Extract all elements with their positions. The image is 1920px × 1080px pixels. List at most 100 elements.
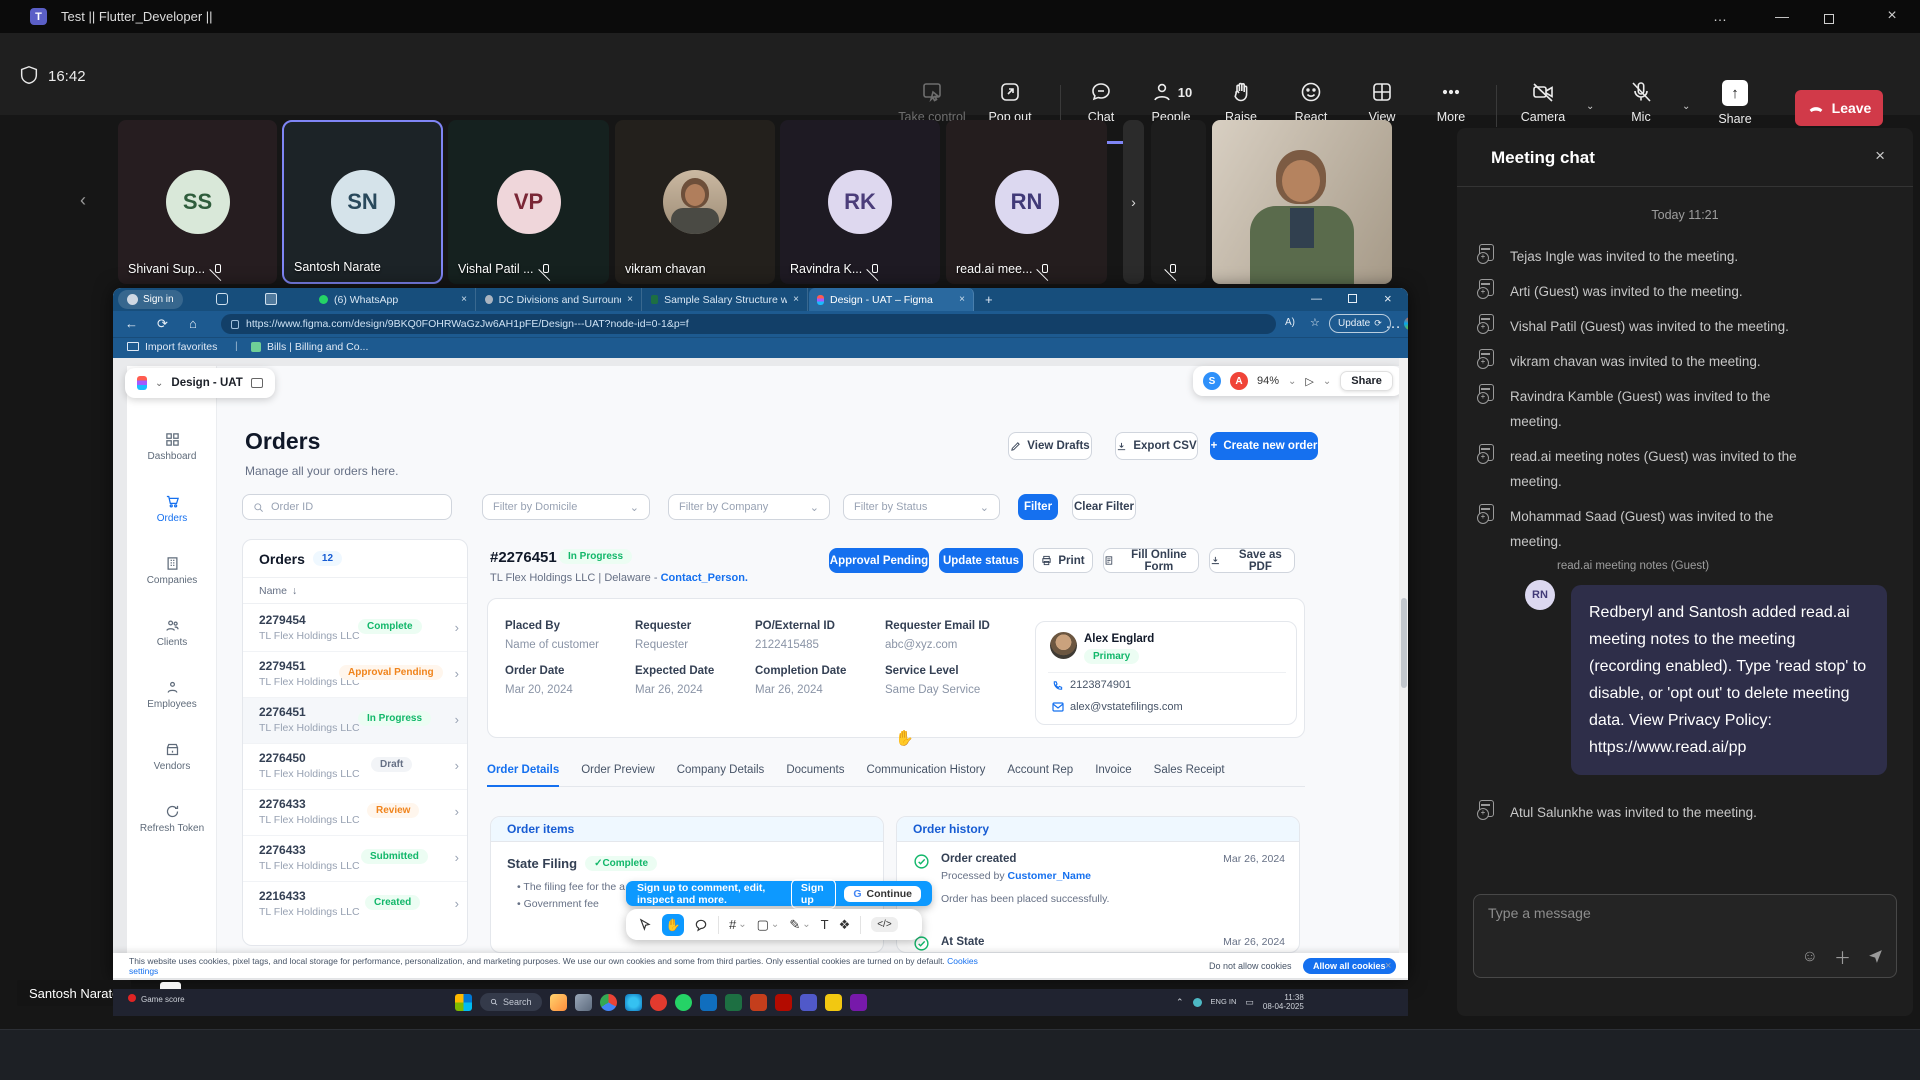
- sidebar-item-vendors[interactable]: Vendors: [127, 742, 217, 772]
- favorite-star-icon[interactable]: ☆: [1310, 316, 1320, 329]
- bills-favorite-link[interactable]: Bills | Billing and Co...: [267, 341, 368, 353]
- start-icon[interactable]: [455, 994, 472, 1011]
- browser-vertical-tabs-icon[interactable]: [265, 293, 277, 305]
- window-maximize-button[interactable]: [1824, 11, 1834, 29]
- scrollbar-thumb[interactable]: [1401, 598, 1407, 688]
- contact-person-link[interactable]: Contact_Person.: [661, 572, 748, 584]
- figma-menu-chevron-icon[interactable]: ⌄: [155, 378, 163, 389]
- tiles-scroll-left-icon[interactable]: ‹: [80, 190, 86, 211]
- contact-email[interactable]: alex@vstatefilings.com: [1070, 701, 1183, 713]
- people-button[interactable]: 10 People: [1136, 80, 1206, 124]
- collaborator-avatar[interactable]: S: [1203, 372, 1221, 390]
- spotlight-video-tile[interactable]: [1212, 120, 1392, 284]
- camera-options-chevron-icon[interactable]: ⌄: [1586, 101, 1594, 112]
- home-icon[interactable]: ⌂: [189, 316, 197, 331]
- participant-tile-partial[interactable]: [1151, 120, 1206, 284]
- create-new-order-button[interactable]: + Create new order: [1210, 432, 1318, 460]
- tab-company-details[interactable]: Company Details: [677, 764, 765, 777]
- mic-button[interactable]: Mic: [1606, 80, 1676, 124]
- move-tool-icon[interactable]: [638, 918, 652, 932]
- address-bar[interactable]: https://www.figma.com/design/9BKQ0FOHRWa…: [221, 314, 1276, 334]
- import-favorites-link[interactable]: Import favorites: [145, 341, 217, 353]
- refresh-icon[interactable]: ⟳: [157, 316, 168, 332]
- browser-tab[interactable]: (6) WhatsApp×: [311, 288, 476, 311]
- tab-close-icon[interactable]: ×: [627, 294, 633, 305]
- sidebar-item-employees[interactable]: Employees: [127, 680, 217, 710]
- order-id-search-input[interactable]: Order ID: [242, 494, 452, 520]
- component-tool-icon[interactable]: ❖: [839, 917, 851, 933]
- sidebar-item-dashboard[interactable]: Dashboard: [127, 432, 217, 462]
- tab-account-rep[interactable]: Account Rep: [1007, 764, 1073, 777]
- browser-menu-icon[interactable]: …: [1385, 315, 1401, 333]
- participant-tile[interactable]: vikram chavan: [615, 120, 775, 284]
- sidebar-item-orders[interactable]: Orders: [127, 494, 217, 524]
- browser-tab[interactable]: DC Divisions and Surroundings×: [477, 288, 642, 311]
- participant-tile[interactable]: SS Shivani Sup...: [118, 120, 277, 284]
- order-row[interactable]: 2276433TL Flex Holdings LLC Submitted›: [243, 836, 468, 882]
- participant-tile[interactable]: VP Vishal Patil ...: [448, 120, 609, 284]
- contact-phone[interactable]: 2123874901: [1070, 679, 1131, 691]
- browser-update-button[interactable]: Update ⟳: [1329, 314, 1391, 333]
- browser-scrollbar[interactable]: [1399, 358, 1408, 953]
- browser-tab-active[interactable]: Design - UAT – Figma×: [809, 288, 974, 311]
- filter-button[interactable]: Filter: [1018, 494, 1058, 520]
- emoji-icon[interactable]: ☺: [1802, 948, 1818, 966]
- share-button[interactable]: ↑ Share: [1700, 80, 1770, 126]
- tray-caret-icon[interactable]: ⌃: [1176, 997, 1184, 1008]
- new-tab-button[interactable]: +: [985, 292, 993, 307]
- participant-tile-active-speaker[interactable]: SN Santosh Narate: [282, 120, 443, 284]
- participant-tile[interactable]: RN read.ai mee...: [946, 120, 1107, 284]
- browser-minimize-button[interactable]: —: [1311, 293, 1322, 305]
- hand-tool-icon-active[interactable]: ✋: [662, 914, 684, 936]
- cookie-close-icon[interactable]: ×: [1385, 960, 1391, 972]
- print-button[interactable]: Print: [1033, 548, 1093, 573]
- chat-close-icon[interactable]: ×: [1875, 146, 1885, 166]
- whatsapp-icon[interactable]: [675, 994, 692, 1011]
- react-button[interactable]: React: [1276, 80, 1346, 124]
- tiles-scroll-right-button[interactable]: ›: [1123, 120, 1144, 284]
- tab-communication-history[interactable]: Communication History: [866, 764, 985, 777]
- more-button[interactable]: More: [1416, 80, 1486, 124]
- sidebar-item-companies[interactable]: Companies: [127, 556, 217, 586]
- figma-sign-up-button[interactable]: Sign up: [791, 879, 836, 909]
- figma-doc-name[interactable]: Design - UAT: [171, 377, 242, 389]
- word-icon[interactable]: [700, 994, 717, 1011]
- pop-out-button[interactable]: Pop out: [975, 80, 1045, 124]
- layout-panel-icon[interactable]: [251, 378, 263, 388]
- clear-filter-button[interactable]: Clear Filter: [1072, 494, 1136, 520]
- order-row-selected[interactable]: 2276451TL Flex Holdings LLC In Progress›: [243, 698, 468, 744]
- folder-icon[interactable]: [825, 994, 842, 1011]
- filter-domicile-select[interactable]: Filter by Domicile⌄: [482, 494, 650, 520]
- edge-icon[interactable]: [625, 994, 642, 1011]
- inner-search-box[interactable]: Search: [480, 993, 542, 1011]
- mic-options-chevron-icon[interactable]: ⌄: [1682, 101, 1690, 112]
- customer-name-link[interactable]: Customer_Name: [1008, 870, 1091, 882]
- browser-tab[interactable]: Sample Salary Structure with calc×: [643, 288, 808, 311]
- window-minimize-button[interactable]: —: [1762, 8, 1802, 24]
- browser-workspaces-icon[interactable]: [216, 293, 228, 305]
- tab-order-preview[interactable]: Order Preview: [581, 764, 655, 777]
- export-csv-button[interactable]: Export CSV: [1115, 432, 1198, 460]
- collaborator-avatar[interactable]: A: [1230, 372, 1248, 390]
- inner-language[interactable]: ENG IN: [1211, 998, 1237, 1006]
- send-icon[interactable]: [1867, 948, 1884, 965]
- tab-documents[interactable]: Documents: [786, 764, 844, 777]
- figma-present-icon[interactable]: ▷: [1305, 375, 1313, 388]
- tab-close-icon[interactable]: ×: [793, 294, 799, 305]
- sidebar-item-refresh-token[interactable]: Refresh Token: [127, 804, 217, 834]
- camera-button[interactable]: Camera: [1508, 80, 1578, 124]
- pinned-app-icon[interactable]: [850, 994, 867, 1011]
- leave-button[interactable]: Leave: [1795, 90, 1883, 126]
- tab-sales-receipt[interactable]: Sales Receipt: [1154, 764, 1225, 777]
- participant-tile[interactable]: RK Ravindra K...: [780, 120, 940, 284]
- figma-share-button[interactable]: Share: [1340, 371, 1393, 391]
- sidebar-item-clients[interactable]: Clients: [127, 618, 217, 648]
- update-status-button[interactable]: Update status: [939, 548, 1023, 573]
- deny-cookies-button[interactable]: Do not allow cookies: [1209, 961, 1292, 971]
- comment-tool-icon[interactable]: [694, 918, 708, 932]
- google-continue-button[interactable]: GContinue: [844, 886, 921, 902]
- tab-order-details[interactable]: Order Details: [487, 764, 559, 787]
- filter-company-select[interactable]: Filter by Company⌄: [668, 494, 830, 520]
- read-aloud-icon[interactable]: A): [1285, 317, 1295, 328]
- figma-zoom-level[interactable]: 94%: [1257, 375, 1279, 387]
